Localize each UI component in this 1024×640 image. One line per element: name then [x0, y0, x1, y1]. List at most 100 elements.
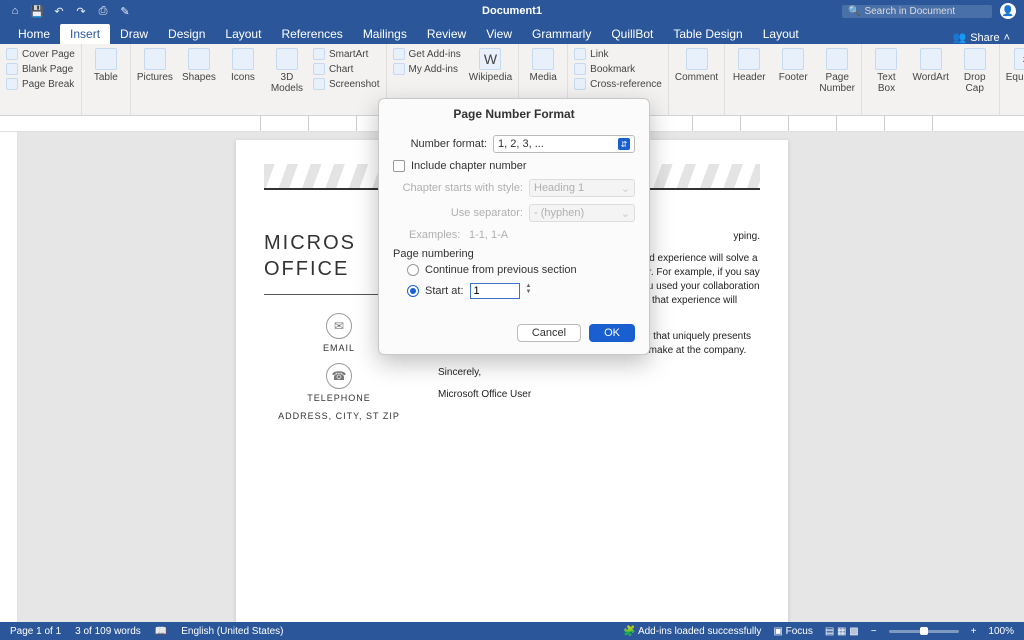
- table-button[interactable]: Table: [88, 48, 124, 83]
- zoom-out-button[interactable]: −: [871, 626, 877, 637]
- zoom-in-button[interactable]: +: [971, 626, 977, 637]
- word-count[interactable]: 3 of 109 words: [75, 626, 141, 637]
- quick-access-toolbar: ⌂ 💾 ↶ ↷ ⎙ ✎: [8, 4, 132, 18]
- number-format-value: 1, 2, 3, ...: [498, 138, 544, 150]
- telephone-label: TELEPHONE: [264, 393, 414, 403]
- signer-name: Microsoft Office User: [438, 388, 760, 402]
- tab-review[interactable]: Review: [417, 24, 476, 44]
- status-bar: Page 1 of 1 3 of 109 words 📖 English (Un…: [0, 622, 1024, 640]
- tab-design[interactable]: Design: [158, 24, 215, 44]
- undo-icon[interactable]: ↶: [52, 4, 66, 18]
- equation-button[interactable]: πEquation: [1006, 48, 1024, 83]
- tab-table-design[interactable]: Table Design: [663, 24, 752, 44]
- start-at-input[interactable]: [470, 283, 520, 299]
- separator-value: - (hyphen): [534, 207, 584, 219]
- icons-button[interactable]: Icons: [225, 48, 261, 83]
- email-icon: ✉: [326, 313, 352, 339]
- tab-layout-2[interactable]: Layout: [753, 24, 809, 44]
- smartart-button[interactable]: SmartArt: [313, 48, 380, 60]
- media-button[interactable]: Media: [525, 48, 561, 83]
- include-chapter-label: Include chapter number: [411, 160, 527, 172]
- signoff: Sincerely,: [438, 366, 760, 380]
- examples-value: 1-1, 1-A: [469, 229, 508, 241]
- screenshot-button[interactable]: Screenshot: [313, 78, 380, 90]
- page-number-button[interactable]: Page Number: [819, 48, 855, 94]
- chapter-style-value: Heading 1: [534, 182, 584, 194]
- chapter-style-select: Heading 1 ⌄: [529, 179, 635, 197]
- blank-page-button[interactable]: Blank Page: [6, 63, 75, 75]
- continue-label: Continue from previous section: [425, 264, 577, 276]
- text-box-button[interactable]: Text Box: [868, 48, 905, 94]
- drop-cap-button[interactable]: Drop Cap: [957, 48, 993, 94]
- title-bar: ⌂ 💾 ↶ ↷ ⎙ ✎ Document1 🔍 Search in Docume…: [0, 0, 1024, 22]
- header-button[interactable]: Header: [731, 48, 767, 83]
- dropdown-caret-icon: ⌄: [621, 207, 630, 220]
- tab-grammarly[interactable]: Grammarly: [522, 24, 601, 44]
- separator-select: - (hyphen) ⌄: [529, 204, 635, 222]
- comment-button[interactable]: Comment: [675, 48, 718, 83]
- shapes-button[interactable]: Shapes: [181, 48, 217, 83]
- start-at-stepper[interactable]: ▲▼: [526, 283, 536, 299]
- page-numbering-section-label: Page numbering: [393, 248, 635, 260]
- page-break-button[interactable]: Page Break: [6, 78, 75, 90]
- focus-mode-button[interactable]: ▣ Focus: [773, 626, 812, 637]
- cancel-button[interactable]: Cancel: [517, 324, 581, 342]
- start-at-radio[interactable]: [407, 285, 419, 297]
- view-buttons[interactable]: ▤ ▦ ▩: [825, 626, 859, 637]
- bookmark-button[interactable]: Bookmark: [574, 63, 662, 75]
- share-label: Share: [970, 32, 999, 44]
- page-indicator[interactable]: Page 1 of 1: [10, 626, 61, 637]
- vertical-ruler[interactable]: [0, 132, 18, 622]
- include-chapter-checkbox[interactable]: [393, 160, 405, 172]
- document-title: Document1: [482, 5, 542, 17]
- dialog-title: Page Number Format: [379, 99, 649, 129]
- tab-draw[interactable]: Draw: [110, 24, 158, 44]
- pictures-button[interactable]: Pictures: [137, 48, 173, 83]
- get-addins-button[interactable]: Get Add-ins: [393, 48, 461, 60]
- addins-status[interactable]: 🧩 Add-ins loaded successfully: [623, 626, 761, 637]
- save-icon[interactable]: 💾: [30, 4, 44, 18]
- tab-insert[interactable]: Insert: [60, 24, 110, 44]
- share-button[interactable]: 👥 Share ˄: [953, 31, 1017, 44]
- user-avatar-icon[interactable]: 👤: [1000, 3, 1016, 19]
- address-label: ADDRESS, CITY, ST ZIP: [264, 411, 414, 421]
- ribbon-tabs: Home Insert Draw Design Layout Reference…: [0, 22, 1024, 44]
- tab-home[interactable]: Home: [8, 24, 60, 44]
- tab-mailings[interactable]: Mailings: [353, 24, 417, 44]
- search-box[interactable]: 🔍 Search in Document: [842, 5, 992, 18]
- my-addins-button[interactable]: My Add-ins: [393, 63, 461, 75]
- wordart-button[interactable]: WordArt: [913, 48, 949, 83]
- number-format-label: Number format:: [393, 138, 487, 150]
- cover-page-button[interactable]: Cover Page: [6, 48, 75, 60]
- 3d-models-button[interactable]: 3D Models: [269, 48, 305, 94]
- number-format-select[interactable]: 1, 2, 3, ... ⇵: [493, 135, 635, 153]
- chart-button[interactable]: Chart: [313, 63, 380, 75]
- ok-button[interactable]: OK: [589, 324, 635, 342]
- dropdown-caret-icon: ⌄: [621, 182, 630, 195]
- page-number-format-dialog: Page Number Format Number format: 1, 2, …: [378, 98, 650, 355]
- spellcheck-icon[interactable]: 📖: [155, 626, 167, 637]
- telephone-icon: ☎: [326, 363, 352, 389]
- language-indicator[interactable]: English (United States): [181, 626, 283, 637]
- tab-quillbot[interactable]: QuillBot: [601, 24, 663, 44]
- footer-button[interactable]: Footer: [775, 48, 811, 83]
- tab-layout[interactable]: Layout: [215, 24, 271, 44]
- link-button[interactable]: Link: [574, 48, 662, 60]
- redo-icon[interactable]: ↷: [74, 4, 88, 18]
- separator-label: Use separator:: [393, 207, 523, 219]
- collapse-ribbon-icon[interactable]: ˄: [1004, 32, 1010, 44]
- wikipedia-button[interactable]: WWikipedia: [469, 48, 512, 83]
- tab-references[interactable]: References: [271, 24, 352, 44]
- zoom-slider[interactable]: [889, 630, 959, 633]
- home-icon[interactable]: ⌂: [8, 4, 22, 18]
- edit-icon[interactable]: ✎: [118, 4, 132, 18]
- tab-view[interactable]: View: [476, 24, 522, 44]
- dropdown-caret-icon: ⇵: [618, 138, 630, 150]
- zoom-level[interactable]: 100%: [988, 626, 1014, 637]
- print-icon[interactable]: ⎙: [96, 4, 110, 18]
- search-placeholder: Search in Document: [864, 6, 955, 17]
- continue-radio[interactable]: [407, 264, 419, 276]
- search-icon: 🔍: [848, 6, 860, 17]
- cross-reference-button[interactable]: Cross-reference: [574, 78, 662, 90]
- start-at-label: Start at:: [425, 285, 464, 297]
